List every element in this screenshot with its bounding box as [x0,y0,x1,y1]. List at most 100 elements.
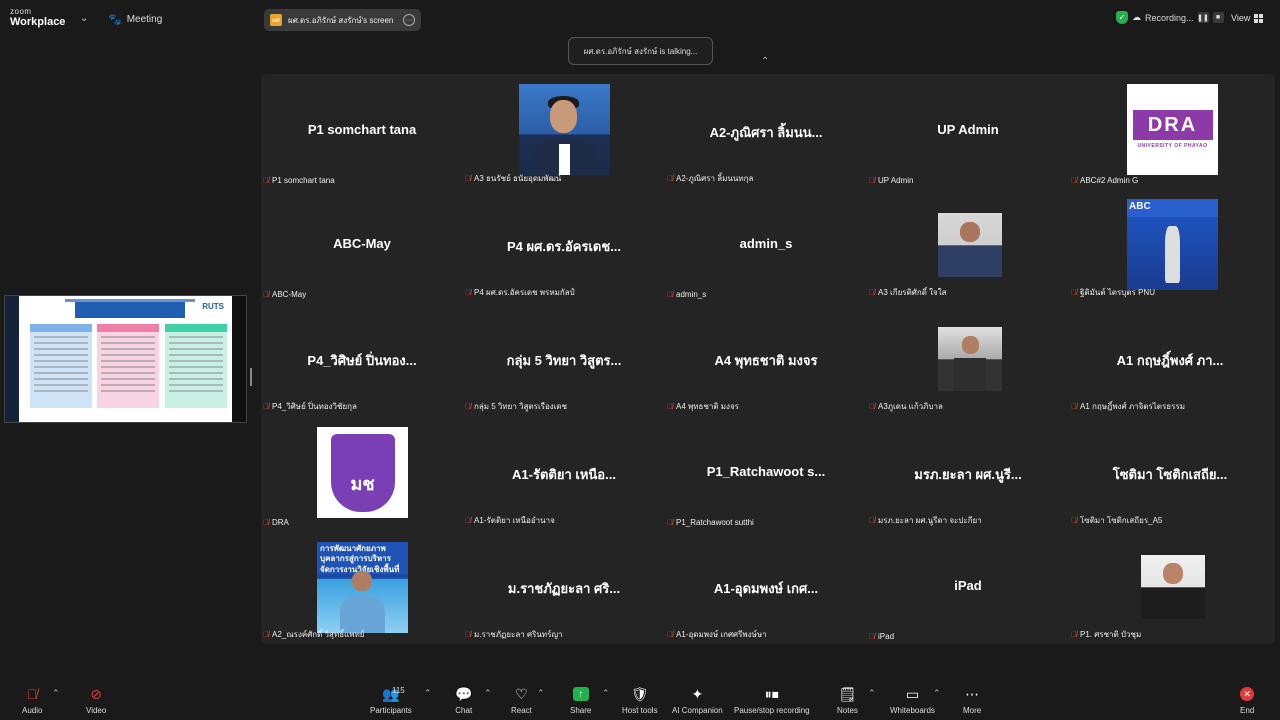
participants-button[interactable]: 👥 115 Participants [370,684,412,716]
ai-companion-label: AI Companion [672,706,723,715]
mic-muted-icon: 🎙̸ [1071,516,1077,525]
share-options-chevron-icon[interactable]: ⌃ [602,688,610,699]
participant-tile[interactable]: 🎙̸ A3ภูเดน แก้วภิบาล [867,302,1069,416]
pause-recording-icon[interactable]: ❚❚ [1197,12,1209,23]
participant-display-name: มรภ.ยะลา ผศ.นูรี... [914,467,1022,482]
mic-muted-icon: 🎙̸ [869,632,875,641]
stop-recording-icon[interactable]: ■ [1212,12,1224,23]
view-button[interactable]: View [1231,13,1264,23]
pause-stop-recording-button[interactable]: ⏸⏹ Pause/stop recording [734,684,810,716]
notes-button[interactable]: 🗒 Notes [837,684,858,716]
participant-tile[interactable]: A1-รัตติยา เหนือ... 🎙̸ A1-รัตติยา เหนืออำ… [463,416,665,530]
participant-tile[interactable]: DRA UNIVERSITY OF PHAYAO 🎙̸ ABC#2 Admin G [1069,74,1271,188]
meeting-label: Meeting [126,14,163,25]
whiteboards-button[interactable]: ▭ Whiteboards [890,684,935,716]
participant-name-label: 🎙̸ ฐิติมันต์ ไตรบุตร PNU [1071,286,1155,299]
end-meeting-button[interactable]: ✕ End [1240,684,1254,715]
participant-name-label: 🎙̸ มรภ.ยะลา ผศ.นูรีดา จะปะกียา [869,514,982,527]
screen-share-label: ผศ.ดร.อภิรักษ์ สงรักษ์'s screen [288,15,394,25]
participant-tile[interactable]: 🎙̸ A3 เกียรติศักดิ์ ใจใส [867,188,1069,302]
slide-sidebar [5,296,19,422]
host-tools-button[interactable]: 🛡 Host tools [622,684,658,716]
participant-name-label: 🎙̸ iPad [869,632,894,641]
more-dots-icon: ⋯ [965,685,980,702]
participant-tile[interactable]: มช 🎙̸ DRA [261,416,463,530]
react-button[interactable]: ♡ React [511,684,532,716]
participant-tile[interactable]: ABC 🎙̸ ฐิติมันต์ ไตรบุตร PNU [1069,188,1271,302]
participants-options-chevron-icon[interactable]: ⌃ [424,688,432,699]
participant-name: A3 ธนรัชย์ ธนัยอุดมพัฒน์ [474,174,562,183]
recording-indicator: ✓ ☁ Recording... ❚❚ ■ [1116,11,1224,24]
audio-options-chevron-icon[interactable]: ⌃ [52,688,60,699]
participant-display-name: UP Admin [937,122,999,137]
audio-button[interactable]: 🎙̸ Audio [22,684,42,715]
participant-video: มช [317,427,408,518]
zoom-logo[interactable]: zoom Workplace [10,8,65,28]
participant-name-label: 🎙̸ A2-ภูณิศรา ลิ้มนนทกุล [667,172,753,185]
participant-name: ฐิติมันต์ ไตรบุตร PNU [1080,288,1155,297]
participant-name-label: 🎙̸ ABC#2 Admin G [1071,176,1138,185]
participant-name: P1_Ratchawoot sutthi [676,518,754,527]
security-shield-icon[interactable]: ✓ [1116,11,1128,24]
shared-screen-view[interactable]: RUTS [4,295,247,423]
mic-muted-icon: 🎙̸ [465,630,471,639]
react-options-chevron-icon[interactable]: ⌃ [537,688,545,699]
mic-muted-icon: 🎙̸ [465,516,471,525]
participant-tile[interactable]: กลุ่ม 5 วิทยา วิสูตร... 🎙̸ กลุ่ม 5 วิทยา … [463,302,665,416]
participant-tile[interactable]: A1 กฤษฎิ์พงศ์ ภา... 🎙̸ A1 กฤษฎิ์พงศ์ ภาจิ… [1069,302,1271,416]
participant-name: UP Admin [878,176,914,185]
active-speaker-indicator: ผศ.ดร.อภิรักษ์ สงรักษ์ is talking... [568,37,713,65]
participant-tile[interactable]: 🎙̸ P1. ศรชาติ บัวชุม [1069,530,1271,644]
participant-tile[interactable]: P1 somchart tana 🎙̸ P1 somchart tana [261,74,463,188]
more-options-icon[interactable]: ··· [403,14,415,26]
backdrop-banner: ABC [1127,199,1218,218]
participant-tile[interactable]: P4_วิศิษย์ ปิ่นทอง... 🎙̸ P4_วิศิษย์ ปิ่นท… [261,302,463,416]
participant-tile[interactable]: A4 พุทธชาติ มงจร 🎙̸ A4 พุทธชาติ มงจร [665,302,867,416]
meeting-info-button[interactable]: 🐾 Meeting [108,13,162,26]
chat-options-chevron-icon[interactable]: ⌃ [484,688,492,699]
mic-muted-icon: 🎙̸ [869,402,875,411]
slide-right-bar [232,296,246,422]
host-shield-icon: 🛡 [630,685,649,702]
participant-tile[interactable]: 🎙̸ A3 ธนรัชย์ ธนัยอุดมพัฒน์ [463,74,665,188]
participant-name: A3 เกียรติศักดิ์ ใจใส [878,288,947,297]
audio-label: Audio [22,706,43,715]
more-label: More [963,706,982,715]
participant-tile[interactable]: ม.ราชภัฏยะลา ศริ... 🎙̸ ม.ราชภัฏยะลา ศรินท… [463,530,665,644]
notes-options-chevron-icon[interactable]: ⌃ [868,688,876,699]
logo-bottom-text: Workplace [10,16,66,28]
whiteboards-options-chevron-icon[interactable]: ⌃ [933,688,941,699]
split-resize-handle[interactable] [250,368,252,386]
ai-companion-button[interactable]: ✦ AI Companion [672,684,723,716]
chevron-down-icon[interactable]: ⌄ [80,13,88,24]
video-button[interactable]: ⊘ Video [86,684,106,716]
participant-name-label: 🎙̸ P1 somchart tana [263,176,335,185]
chevron-up-icon[interactable]: ⌃ [761,56,769,67]
participant-name-label: 🎙̸ ABC-May [263,290,306,299]
chat-button[interactable]: 💬 Chat [455,684,472,716]
participant-tile[interactable]: ABC-May 🎙̸ ABC-May [261,188,463,302]
participant-name-label: 🎙̸ P1_Ratchawoot sutthi [667,518,754,527]
mic-muted-icon: 🎙̸ [667,518,673,527]
participant-display-name: A1-อุดมพงษ์ เกศ... [713,581,819,596]
participant-tile[interactable]: iPad 🎙̸ iPad [867,530,1069,644]
participant-tile[interactable]: P4 ผศ.ดร.อัครเดช... 🎙̸ P4 ผศ.ดร.อัครเดช พ… [463,188,665,302]
participant-tile[interactable]: โซติมา โซติกเสถีย... 🎙̸ โซติมา โซติกเสถีย… [1069,416,1271,530]
participant-name: P4 ผศ.ดร.อัครเดช พรหมกัลป์ [474,288,575,297]
participant-tile[interactable]: มรภ.ยะลา ผศ.นูรี... 🎙̸ มรภ.ยะลา ผศ.นูรีดา… [867,416,1069,530]
mic-muted-icon: 🎙̸ [667,402,673,411]
participant-tile[interactable]: P1_Ratchawoot s... 🎙̸ P1_Ratchawoot sutth… [665,416,867,530]
participant-tile[interactable]: การพัฒนาศักยภาพบุคลากรสู่การบริหารจัดการ… [261,530,463,644]
participant-tile[interactable]: UP Admin 🎙̸ UP Admin [867,74,1069,188]
participant-name-label: 🎙̸ A3 ธนรัชย์ ธนัยอุดมพัฒน์ [465,172,561,185]
end-label: End [1240,706,1255,715]
participant-tile[interactable]: A1-อุดมพงษ์ เกศ... 🎙̸ A1-อุดมพงษ์ เกศศรีพ… [665,530,867,644]
participant-video [938,327,1002,391]
share-button[interactable]: ↑ Share [570,684,591,715]
screen-share-indicator[interactable]: ผศ ผศ.ดร.อภิรักษ์ สงรักษ์'s screen ··· [264,9,421,31]
participant-tile[interactable]: A2-ภูณิศรา ลิ้มนน... 🎙̸ A2-ภูณิศรา ลิ้มนน… [665,74,867,188]
participant-name: admin_s [676,290,707,299]
ai-sparkle-icon: ✦ [691,685,704,702]
participant-tile[interactable]: admin_s 🎙̸ admin_s [665,188,867,302]
more-button[interactable]: ⋯ More [963,684,982,716]
